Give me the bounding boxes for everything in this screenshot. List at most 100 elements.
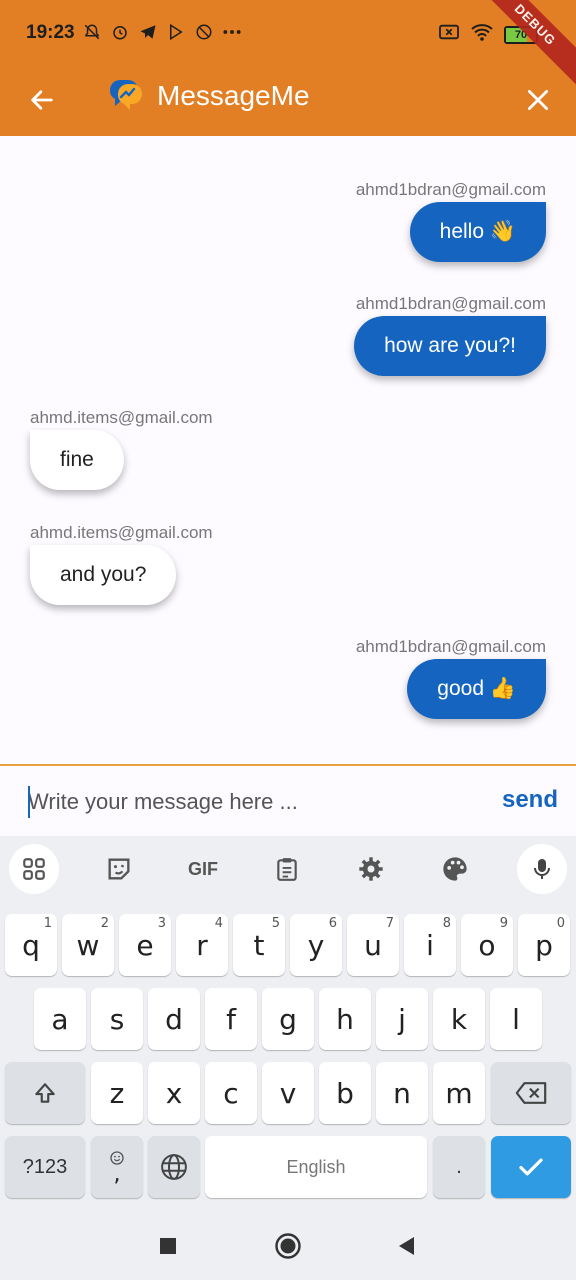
globe-icon: [161, 1154, 187, 1180]
key-x[interactable]: x: [148, 1062, 200, 1124]
message-sender: ahmd.items@gmail.com: [30, 408, 213, 427]
shift-icon: [35, 1083, 55, 1103]
keyboard-toolbar: GIF: [0, 836, 576, 900]
message-composer: send: [0, 764, 576, 836]
send-button[interactable]: send: [502, 786, 558, 814]
key-s[interactable]: s: [91, 988, 143, 1050]
key-u[interactable]: u7: [347, 914, 399, 976]
key-d[interactable]: d: [148, 988, 200, 1050]
key-f[interactable]: f: [205, 988, 257, 1050]
message-item: ahmd.items@gmail.com and you?: [30, 523, 330, 613]
voice-input-button[interactable]: [517, 844, 567, 894]
key-l[interactable]: l: [490, 988, 542, 1050]
back-button[interactable]: [20, 78, 64, 122]
key-g[interactable]: g: [262, 988, 314, 1050]
square-icon: [160, 1238, 176, 1254]
key-n[interactable]: n: [376, 1062, 428, 1124]
space-key[interactable]: English: [205, 1136, 427, 1198]
emoji-comma-key[interactable]: ,: [91, 1136, 143, 1198]
key-t[interactable]: t5: [233, 914, 285, 976]
key-a[interactable]: a: [34, 988, 86, 1050]
clipboard-button[interactable]: [262, 844, 312, 894]
sticker-button[interactable]: [94, 844, 144, 894]
home-button[interactable]: [268, 1226, 308, 1266]
message-sender: ahmd1bdran@gmail.com: [355, 294, 546, 313]
key-hint: 1: [43, 916, 52, 931]
message-bubble: hello 👋: [409, 202, 546, 262]
key-label: o: [478, 928, 496, 962]
key-i[interactable]: i8: [404, 914, 456, 976]
message-bubble: good 👍: [407, 659, 546, 719]
text-cursor: [28, 786, 30, 818]
key-j[interactable]: j: [376, 988, 428, 1050]
play-store-icon: [166, 22, 186, 42]
gif-button[interactable]: GIF: [178, 844, 228, 894]
key-label: h: [336, 1002, 354, 1036]
key-label: d: [165, 1002, 183, 1036]
apps-grid-button[interactable]: [9, 844, 59, 894]
key-r[interactable]: r4: [176, 914, 228, 976]
recents-button[interactable]: [148, 1226, 188, 1266]
key-label: f: [226, 1002, 236, 1036]
key-label: n: [393, 1076, 411, 1110]
key-p[interactable]: p0: [518, 914, 570, 976]
app-title: MessageMe: [157, 80, 310, 111]
period-key[interactable]: .: [433, 1136, 485, 1198]
no-sim-icon: [438, 23, 460, 46]
message-input[interactable]: [28, 784, 468, 820]
key-b[interactable]: b: [319, 1062, 371, 1124]
key-label: i: [426, 928, 434, 962]
key-hint: 3: [157, 916, 166, 931]
status-bar: 19:23 70: [0, 0, 576, 68]
key-m[interactable]: m: [433, 1062, 485, 1124]
telegram-icon: [138, 22, 158, 42]
key-e[interactable]: e3: [119, 914, 171, 976]
back-nav-button[interactable]: [386, 1226, 426, 1266]
key-label: l: [512, 1002, 520, 1036]
notification-icons: [82, 22, 242, 42]
app-logo: [104, 76, 144, 116]
key-z[interactable]: z: [91, 1062, 143, 1124]
key-hint: 4: [214, 916, 223, 931]
key-v[interactable]: v: [262, 1062, 314, 1124]
settings-button[interactable]: [346, 844, 396, 894]
key-label: z: [109, 1076, 125, 1110]
shift-key[interactable]: [5, 1062, 85, 1124]
backspace-icon: [515, 1082, 547, 1104]
arrow-back-icon: [31, 90, 53, 110]
key-label: e: [136, 928, 154, 962]
key-w[interactable]: w2: [62, 914, 114, 976]
key-o[interactable]: o9: [461, 914, 513, 976]
key-q[interactable]: q1: [5, 914, 57, 976]
message-list[interactable]: ahmd1bdran@gmail.com hello 👋 ahmd1bdran@…: [0, 136, 576, 764]
backspace-key[interactable]: [491, 1062, 571, 1124]
close-icon: [527, 89, 549, 111]
key-label: v: [279, 1076, 297, 1110]
key-h[interactable]: h: [319, 988, 371, 1050]
symbols-key[interactable]: ?123: [5, 1136, 85, 1198]
message-item: ahmd1bdran@gmail.com hello 👋: [246, 180, 546, 270]
key-label: k: [450, 1002, 468, 1036]
mute-icon: [82, 22, 102, 42]
key-label: p: [535, 928, 553, 962]
close-button[interactable]: [516, 78, 560, 122]
sticker-icon: [108, 858, 130, 880]
key-y[interactable]: y6: [290, 914, 342, 976]
key-c[interactable]: c: [205, 1062, 257, 1124]
key-k[interactable]: k: [433, 988, 485, 1050]
theme-button[interactable]: [430, 844, 480, 894]
more-dots-icon: [222, 22, 242, 42]
enter-key[interactable]: [491, 1136, 571, 1198]
message-item: ahmd1bdran@gmail.com how are you?!: [246, 294, 546, 384]
key-label: x: [165, 1076, 183, 1110]
microphone-icon: [534, 859, 550, 879]
triangle-back-icon: [399, 1237, 414, 1255]
palette-icon: [443, 857, 467, 881]
message-item: ahmd1bdran@gmail.com good 👍: [246, 637, 546, 727]
checkmark-icon: [519, 1158, 543, 1176]
grid-icon: [23, 858, 45, 880]
language-key[interactable]: [148, 1136, 200, 1198]
soft-keyboard: GIF q1 w2 e3 r4 t5 y6 u7 i8 o9 p0 a s d …: [0, 836, 576, 1210]
alarm-icon: [110, 22, 130, 42]
message-sender: ahmd1bdran@gmail.com: [355, 637, 546, 656]
